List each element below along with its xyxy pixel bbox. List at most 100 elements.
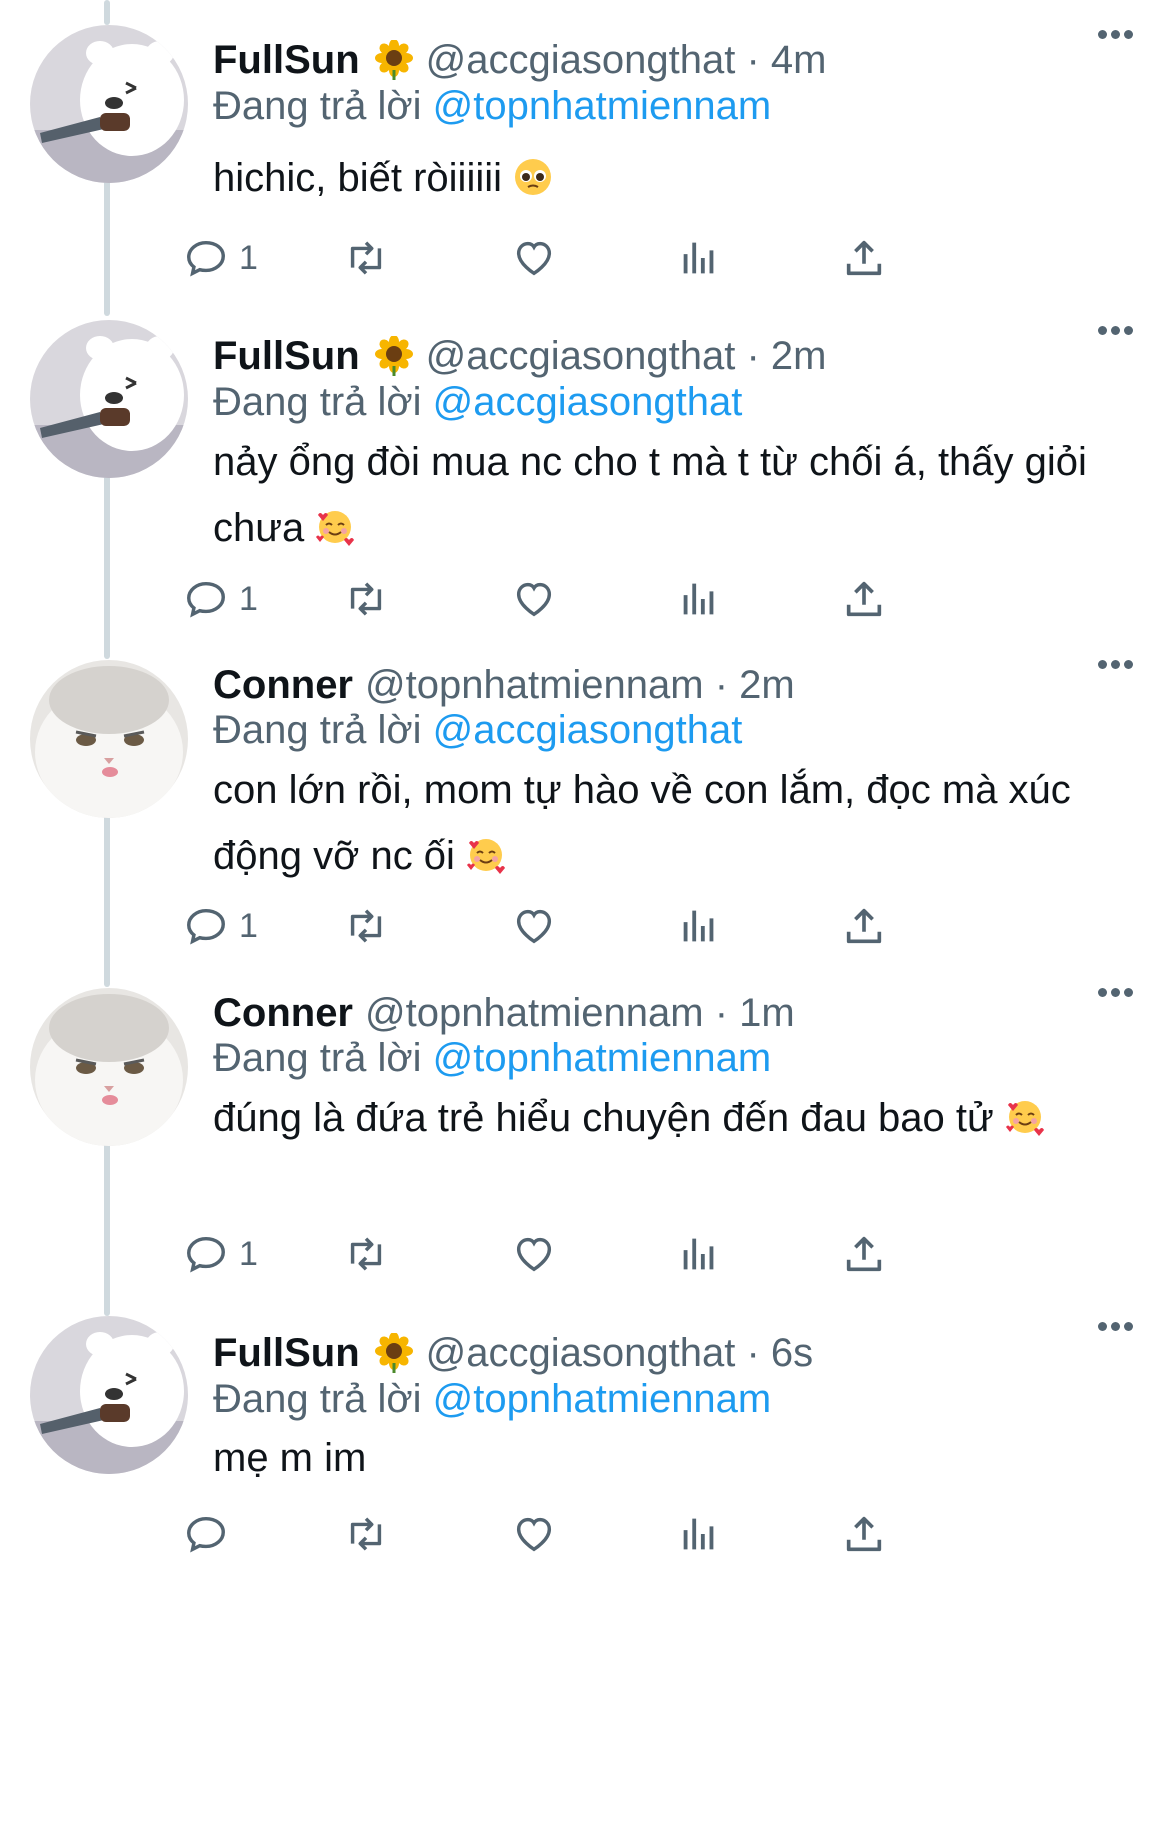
reply-icon <box>187 1236 225 1273</box>
handle-and-time[interactable]: @topnhatmiennam · 2m <box>365 663 795 708</box>
avatar[interactable] <box>30 1316 188 1474</box>
more-icon[interactable] <box>1098 984 1138 997</box>
heart-icon <box>516 241 552 276</box>
mention-link[interactable]: @accgiasongthat <box>433 380 743 424</box>
tweet-text-content: con lớn rồi, mom tự hào về con lắm, đọc … <box>213 768 1071 878</box>
heart-icon <box>516 1517 552 1552</box>
thread-line <box>104 801 110 987</box>
retweet-icon <box>350 241 382 275</box>
reply-count: 1 <box>239 238 258 277</box>
heart-icon <box>516 1237 552 1272</box>
replying-to: Đang trả lời @accgiasongthat <box>213 708 742 753</box>
share-icon <box>846 1236 882 1272</box>
views-button[interactable] <box>676 575 722 623</box>
handle-and-time[interactable]: @accgiasongthat · 4m <box>426 38 827 83</box>
retweet-button[interactable] <box>343 1510 389 1558</box>
thread-line <box>104 1130 110 1316</box>
avatar[interactable] <box>30 25 188 183</box>
views-button[interactable] <box>676 234 722 282</box>
reply-button[interactable]: 1 <box>183 1230 258 1278</box>
sunflower-icon <box>374 1333 414 1373</box>
replying-to: Đang trả lời @accgiasongthat <box>213 380 742 425</box>
pleading-face-icon <box>513 157 553 197</box>
reply-button[interactable]: 1 <box>183 234 258 282</box>
replying-to-label: Đang trả lời <box>213 708 422 752</box>
retweet-button[interactable] <box>343 1230 389 1278</box>
display-name[interactable]: FullSun <box>213 1331 360 1376</box>
tweet-text-content: hichic, biết ròiiiiii <box>213 156 502 200</box>
views-button[interactable] <box>676 1230 722 1278</box>
replying-to: Đang trả lời @topnhatmiennam <box>213 1377 771 1422</box>
like-button[interactable] <box>511 902 557 950</box>
reply-count: 1 <box>239 579 258 618</box>
like-button[interactable] <box>511 575 557 623</box>
views-icon <box>683 1238 714 1270</box>
reply-button[interactable]: 1 <box>183 902 258 950</box>
tweet-text: mẹ m im <box>213 1425 1133 1491</box>
share-button[interactable] <box>841 1230 887 1278</box>
share-icon <box>846 1516 882 1552</box>
retweet-icon <box>350 582 382 616</box>
reply-icon <box>187 240 225 277</box>
share-icon <box>846 908 882 944</box>
mention-link[interactable]: @accgiasongthat <box>433 708 743 752</box>
mention-link[interactable]: @topnhatmiennam <box>433 1377 772 1421</box>
reply-icon <box>187 581 225 618</box>
replying-to-label: Đang trả lời <box>213 84 422 128</box>
more-icon[interactable] <box>1098 1318 1138 1331</box>
retweet-icon <box>350 1517 382 1551</box>
reply-icon <box>187 908 225 945</box>
views-icon <box>683 910 714 942</box>
share-button[interactable] <box>841 575 887 623</box>
handle-and-time[interactable]: @topnhatmiennam · 1m <box>365 991 795 1036</box>
thread-line <box>104 463 110 659</box>
views-button[interactable] <box>676 902 722 950</box>
tweet-text: con lớn rồi, mom tự hào về con lắm, đọc … <box>213 757 1113 889</box>
smiling-face-with-hearts-icon <box>1005 1097 1045 1137</box>
retweet-button[interactable] <box>343 902 389 950</box>
retweet-button[interactable] <box>343 575 389 623</box>
replying-to-label: Đang trả lời <box>213 380 422 424</box>
like-button[interactable] <box>511 1230 557 1278</box>
heart-icon <box>516 909 552 944</box>
display-name[interactable]: FullSun <box>213 38 360 83</box>
retweet-icon <box>350 909 382 943</box>
tweet-text-content: đúng là đứa trẻ hiểu chuyện đến đau bao … <box>213 1096 994 1140</box>
retweet-button[interactable] <box>343 234 389 282</box>
more-icon[interactable] <box>1098 656 1138 669</box>
tweet-text-content: mẹ m im <box>213 1436 367 1480</box>
reply-count: 1 <box>239 1234 258 1273</box>
avatar[interactable] <box>30 320 188 478</box>
heart-icon <box>516 582 552 617</box>
more-icon[interactable] <box>1098 322 1138 335</box>
mention-link[interactable]: @topnhatmiennam <box>433 1036 772 1080</box>
display-name[interactable]: Conner <box>213 991 353 1036</box>
mention-link[interactable]: @topnhatmiennam <box>433 84 772 128</box>
reply-icon <box>187 1516 225 1553</box>
views-button[interactable] <box>676 1510 722 1558</box>
share-icon <box>846 581 882 617</box>
avatar[interactable] <box>30 988 188 1146</box>
like-button[interactable] <box>511 234 557 282</box>
handle-and-time[interactable]: @accgiasongthat · 6s <box>426 1331 813 1376</box>
display-name[interactable]: Conner <box>213 663 353 708</box>
reply-button[interactable]: 1 <box>183 575 258 623</box>
handle-and-time[interactable]: @accgiasongthat · 2m <box>426 334 827 379</box>
views-icon <box>683 583 714 615</box>
tweet-text: hichic, biết ròiiiiii <box>213 145 1133 211</box>
smiling-face-with-hearts-icon <box>315 507 355 547</box>
avatar[interactable] <box>30 660 188 818</box>
share-button[interactable] <box>841 234 887 282</box>
tweet-text: đúng là đứa trẻ hiểu chuyện đến đau bao … <box>213 1085 1113 1151</box>
sunflower-icon <box>374 40 414 80</box>
reply-button[interactable] <box>183 1510 229 1558</box>
share-button[interactable] <box>841 1510 887 1558</box>
share-button[interactable] <box>841 902 887 950</box>
sunflower-icon <box>374 336 414 376</box>
display-name[interactable]: FullSun <box>213 334 360 379</box>
tweet-text: nảy ổng đòi mua nc cho t mà t từ chối á,… <box>213 429 1113 561</box>
reply-count: 1 <box>239 906 258 945</box>
like-button[interactable] <box>511 1510 557 1558</box>
smiling-face-with-hearts-icon <box>466 835 506 875</box>
more-icon[interactable] <box>1098 26 1138 39</box>
